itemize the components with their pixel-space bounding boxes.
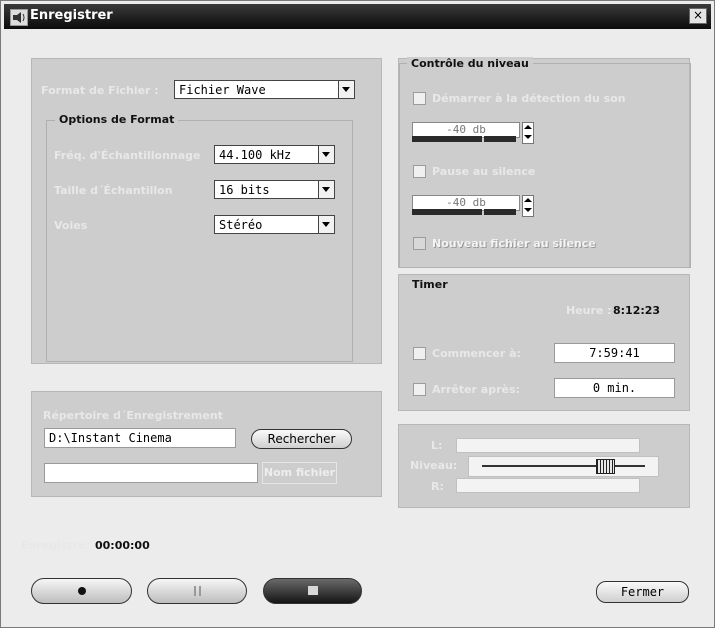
format-label: Format de Fichier : [41, 84, 159, 97]
stop-after-value: 0 min. [592, 381, 637, 395]
chevron-down-icon[interactable] [318, 216, 334, 233]
close-icon[interactable]: × [689, 8, 707, 24]
freq-value: 44.100 kHz [219, 148, 292, 162]
size-label: Taille d´Échantillon [54, 184, 173, 197]
left-channel-label: L: [431, 439, 443, 452]
timer-title: Timer [408, 278, 452, 291]
level-slider[interactable] [468, 456, 659, 477]
slider-thumb[interactable] [596, 459, 615, 474]
pause-button[interactable] [147, 578, 247, 604]
browse-button[interactable]: Rechercher [251, 429, 352, 449]
start-checkbox[interactable] [413, 347, 426, 360]
window-title: Enregistrer [30, 8, 113, 23]
stop-checkbox[interactable] [413, 383, 426, 396]
recorded-value: 00:00:00 [95, 539, 150, 552]
pause-checkbox[interactable] [413, 165, 426, 178]
chevron-down-icon[interactable] [318, 181, 334, 198]
channels-label: Voies [54, 219, 88, 232]
spin-arrows-icon[interactable] [522, 195, 534, 217]
directory-path: D:\Instant Cinema [49, 431, 172, 445]
format-value: Fichier Wave [179, 83, 266, 97]
title-bar: Enregistrer × [4, 4, 711, 29]
new-file-label[interactable]: Nouveau fichier au silence [432, 237, 596, 250]
pause-icon [194, 586, 201, 596]
threshold-bar [412, 209, 482, 215]
slider-track [482, 465, 645, 467]
channels-select[interactable]: Stéréo [214, 215, 335, 234]
new-file-checkbox[interactable] [413, 237, 426, 250]
start-time-field[interactable]: 7:59:41 [554, 343, 675, 363]
record-button[interactable] [31, 578, 132, 604]
directory-path-field[interactable]: D:\Instant Cinema [44, 428, 236, 448]
freq-label: Fréq. d'Échantillonnage [54, 149, 201, 162]
stop-button[interactable] [263, 578, 362, 604]
recorded-label: Enregistré: [21, 539, 90, 552]
freq-select[interactable]: 44.100 kHz [214, 145, 335, 164]
left-level-meter [456, 438, 640, 453]
speaker-icon [10, 9, 28, 26]
stop-after-field[interactable]: 0 min. [554, 378, 675, 398]
format-options-title: Options de Format [55, 113, 179, 126]
record-icon [78, 587, 86, 595]
stop-label[interactable]: Arrêter après: [432, 383, 520, 396]
size-value: 16 bits [219, 183, 270, 197]
start-label[interactable]: Commencer à: [432, 347, 521, 360]
right-channel-label: R: [431, 480, 444, 493]
time-value: 8:12:23 [613, 304, 661, 317]
stop-icon [308, 586, 318, 595]
format-select[interactable]: Fichier Wave [174, 80, 355, 99]
directory-label: Répertoire d´Enregistrement [43, 409, 223, 422]
size-select[interactable]: 16 bits [214, 180, 335, 199]
time-label: Heure : [566, 304, 612, 317]
chevron-down-icon[interactable] [318, 146, 334, 163]
close-button[interactable]: Fermer [596, 581, 689, 603]
pause-threshold[interactable]: -40 db [412, 195, 534, 219]
filename-button[interactable]: Nom fichier [262, 462, 337, 484]
sound-detect-checkbox[interactable] [413, 92, 426, 105]
level-control-title: Contrôle du niveau [407, 57, 533, 70]
chevron-down-icon[interactable] [338, 81, 354, 98]
sound-detect-label[interactable]: Démarrer à la détection du son [432, 92, 626, 105]
record-dialog: Enregistrer × Format de Fichier : Fichie… [0, 0, 715, 628]
spin-arrows-icon[interactable] [522, 122, 534, 144]
start-time-value: 7:59:41 [589, 346, 640, 360]
level-label: Niveau: [410, 459, 458, 472]
threshold-bar [484, 209, 516, 215]
threshold-bar [484, 136, 516, 142]
channels-value: Stéréo [219, 218, 263, 232]
right-level-meter [456, 478, 640, 493]
sound-detect-threshold[interactable]: -40 db [412, 122, 534, 146]
threshold-bar [412, 136, 482, 142]
filename-field[interactable] [44, 463, 258, 483]
pause-label[interactable]: Pause au silence [432, 165, 535, 178]
